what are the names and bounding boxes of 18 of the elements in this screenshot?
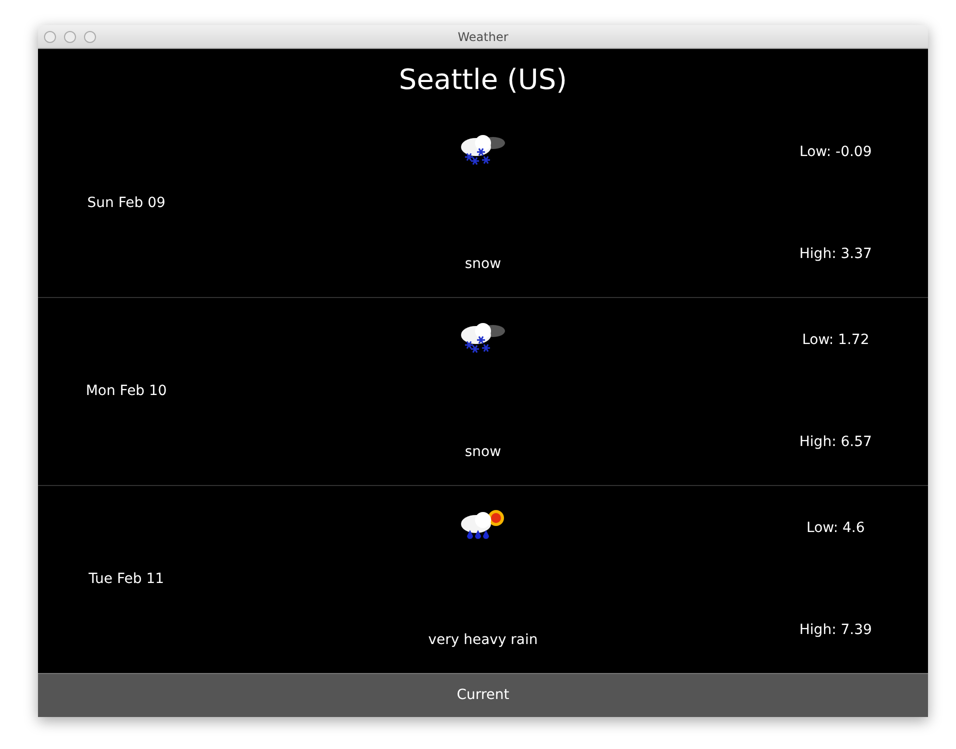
day-date: Mon Feb 10 [86, 382, 167, 401]
window-control-icon[interactable] [64, 31, 76, 43]
high-temperature: High: 6.57 [799, 433, 872, 452]
low-temperature: Low: -0.09 [800, 143, 872, 162]
high-temperature: High: 3.37 [799, 245, 872, 264]
weather-condition: very heavy rain [428, 631, 538, 650]
day-date: Sun Feb 09 [87, 194, 166, 213]
window-control-icon[interactable] [84, 31, 96, 43]
current-button[interactable]: Current [38, 673, 928, 717]
high-temperature: High: 7.39 [799, 621, 872, 640]
weather-condition: snow [464, 443, 502, 462]
city-title: Seattle (US) [398, 62, 568, 98]
weather-condition: snow [464, 255, 502, 274]
window-control-icon[interactable] [44, 31, 56, 43]
low-temperature: Low: 1.72 [802, 331, 870, 350]
low-temperature: Low: 4.6 [806, 519, 865, 538]
window-title: Weather [458, 28, 508, 46]
day-date: Tue Feb 11 [88, 570, 164, 589]
